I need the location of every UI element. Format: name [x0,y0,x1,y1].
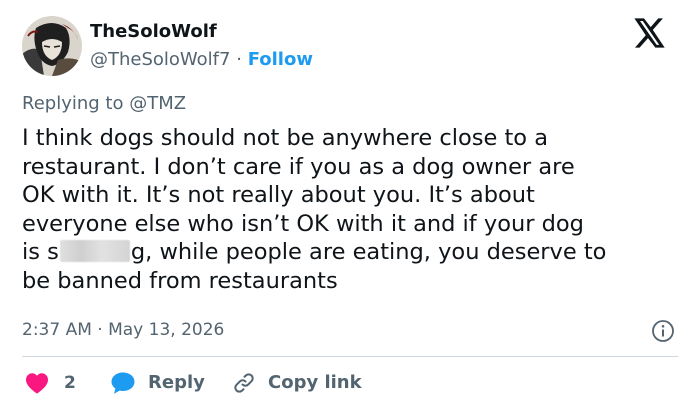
x-logo-icon[interactable] [634,18,666,48]
tweet-text-after-redaction: g, while people are eating, you deserve … [130,239,607,266]
reply-context: Replying to @TMZ [22,92,186,116]
tweet-line: OK with it. It’s not really about you. I… [22,182,535,209]
reply-label: Reply [148,372,205,393]
tweet-text-before-redaction: is s [22,239,59,266]
copy-link-label: Copy link [268,372,362,393]
tweet-line-redacted: is s g, while people are eating, you dese… [22,238,692,267]
author-handle-line: @TheSoloWolf7 · Follow [90,48,313,72]
tweet-timestamp[interactable]: 2:37 AM · May 13, 2026 [22,318,224,342]
action-bar: 2 Reply Copy link [22,368,678,398]
author-handle[interactable]: @TheSoloWolf7 [90,49,230,70]
link-icon [232,371,256,395]
author-display-name[interactable]: TheSoloWolf [90,20,217,44]
tweet-line: I think dogs should not be anywhere clos… [22,125,548,151]
copy-link-button[interactable]: Copy link [232,368,362,398]
like-button[interactable]: 2 [25,368,76,398]
heart-icon [25,372,49,394]
tweet-line: everyone else who isn’t OK with it and i… [22,210,584,237]
follow-button[interactable]: Follow [248,49,313,70]
info-icon[interactable] [651,319,675,343]
tweet-line: restaurant. I don’t care if you as a dog… [22,153,575,180]
avatar[interactable] [22,16,82,76]
speech-bubble-icon [110,371,136,395]
tweet-line: be banned from restaurants [22,267,338,294]
reply-context-prefix: Replying to [22,93,124,114]
reply-button[interactable]: Reply [110,368,205,398]
handle-separator: · [236,49,242,70]
divider [22,356,678,357]
reply-mention-link[interactable]: @TMZ [129,93,186,114]
like-count: 2 [64,373,76,393]
tweet-card: TheSoloWolf @TheSoloWolf7 · Follow Reply… [0,0,700,410]
tweet-text: I think dogs should not be anywhere clos… [22,124,692,296]
redaction-blur [59,240,130,263]
